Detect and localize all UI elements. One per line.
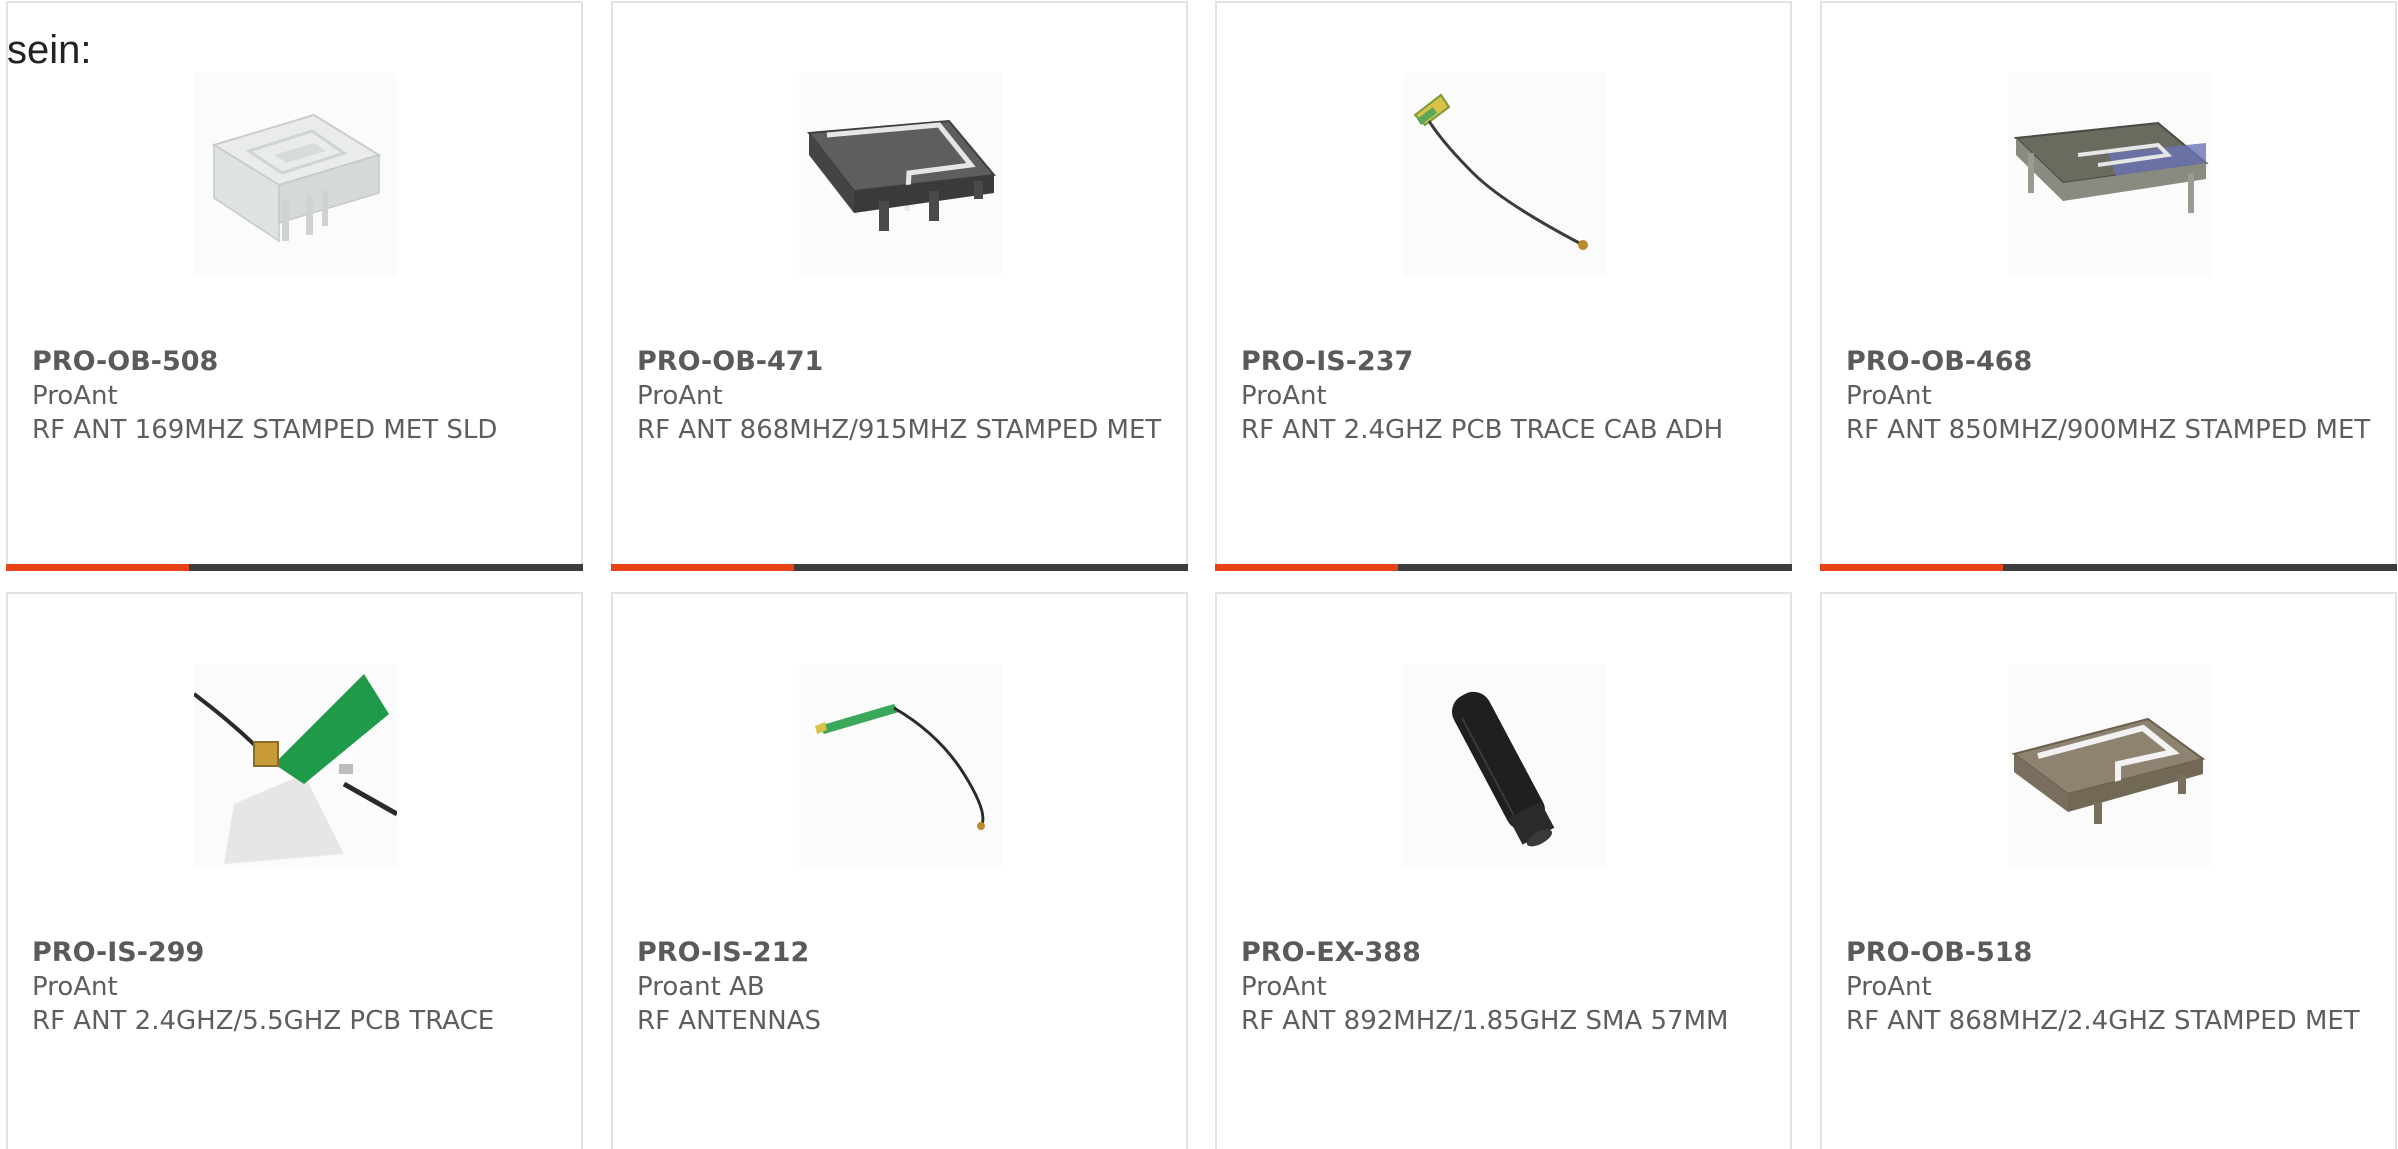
card-accent [6,564,189,571]
product-image-pcb-cable[interactable] [798,664,1002,867]
part-number[interactable]: PRO-IS-299 [32,936,561,970]
description: RF ANT 892MHZ/1.85GHZ SMA 57MM [1241,1006,1729,1036]
manufacturer: ProAnt [32,381,118,411]
part-number[interactable]: PRO-OB-518 [1846,936,2375,970]
description: RF ANT 868MHZ/915MHZ STAMPED MET [637,415,1162,445]
product-card[interactable]: PRO-OB-508 ProAnt RF ANT 169MHZ STAMPED … [6,1,583,571]
product-image-stamped-metal-shield[interactable] [193,73,397,276]
card-bottom-bar [6,564,583,571]
card-accent [1820,564,2003,571]
manufacturer: ProAnt [637,381,723,411]
part-number[interactable]: PRO-OB-468 [1846,345,2375,379]
product-image-stamped-metal-bronze[interactable] [2007,664,2211,867]
product-card[interactable]: PRO-IS-299 ProAnt RF ANT 2.4GHZ/5.5GHZ P… [6,592,583,1149]
manufacturer: Proant AB [637,972,765,1002]
manufacturer: ProAnt [1241,381,1327,411]
part-number[interactable]: PRO-IS-237 [1241,345,1770,379]
card-accent [611,564,794,571]
description: RF ANTENNAS [637,1006,822,1036]
intro-text: sein: [7,28,92,72]
product-image-stamped-metal-dark[interactable] [2007,73,2211,276]
card-bottom-bar [1215,564,1792,571]
product-card[interactable]: PRO-OB-468 ProAnt RF ANT 850MHZ/900MHZ S… [1820,1,2397,571]
product-card[interactable]: PRO-OB-518 ProAnt RF ANT 868MHZ/2.4GHZ S… [1820,592,2397,1149]
description: RF ANT 868MHZ/2.4GHZ STAMPED MET [1846,1006,2360,1036]
card-bottom-bar [1820,564,2397,571]
manufacturer: ProAnt [1241,972,1327,1002]
part-number[interactable]: PRO-EX-388 [1241,936,1770,970]
manufacturer: ProAnt [1846,381,1932,411]
part-number[interactable]: PRO-OB-508 [32,345,561,379]
product-card[interactable]: PRO-IS-237 ProAnt RF ANT 2.4GHZ PCB TRAC… [1215,1,1792,571]
card-accent [1215,564,1398,571]
part-number[interactable]: PRO-OB-471 [637,345,1166,379]
description: RF ANT 2.4GHZ PCB TRACE CAB ADH [1241,415,1724,445]
product-image-green-pcb[interactable] [193,664,397,867]
description: RF ANT 169MHZ STAMPED MET SLD [32,415,498,445]
product-image-stamped-metal-dark[interactable] [798,73,1002,276]
manufacturer: ProAnt [32,972,118,1002]
part-number[interactable]: PRO-IS-212 [637,936,1166,970]
product-card[interactable]: PRO-OB-471 ProAnt RF ANT 868MHZ/915MHZ S… [611,1,1188,571]
description: RF ANT 2.4GHZ/5.5GHZ PCB TRACE [32,1006,495,1036]
manufacturer: ProAnt [1846,972,1932,1002]
product-image-pcb-trace-cable[interactable] [1402,73,1606,276]
product-image-sma-whip[interactable] [1402,664,1606,867]
product-card[interactable]: PRO-EX-388 ProAnt RF ANT 892MHZ/1.85GHZ … [1215,592,1792,1149]
card-bottom-bar [611,564,1188,571]
description: RF ANT 850MHZ/900MHZ STAMPED MET [1846,415,2371,445]
product-card[interactable]: PRO-IS-212 Proant AB RF ANTENNAS [611,592,1188,1149]
